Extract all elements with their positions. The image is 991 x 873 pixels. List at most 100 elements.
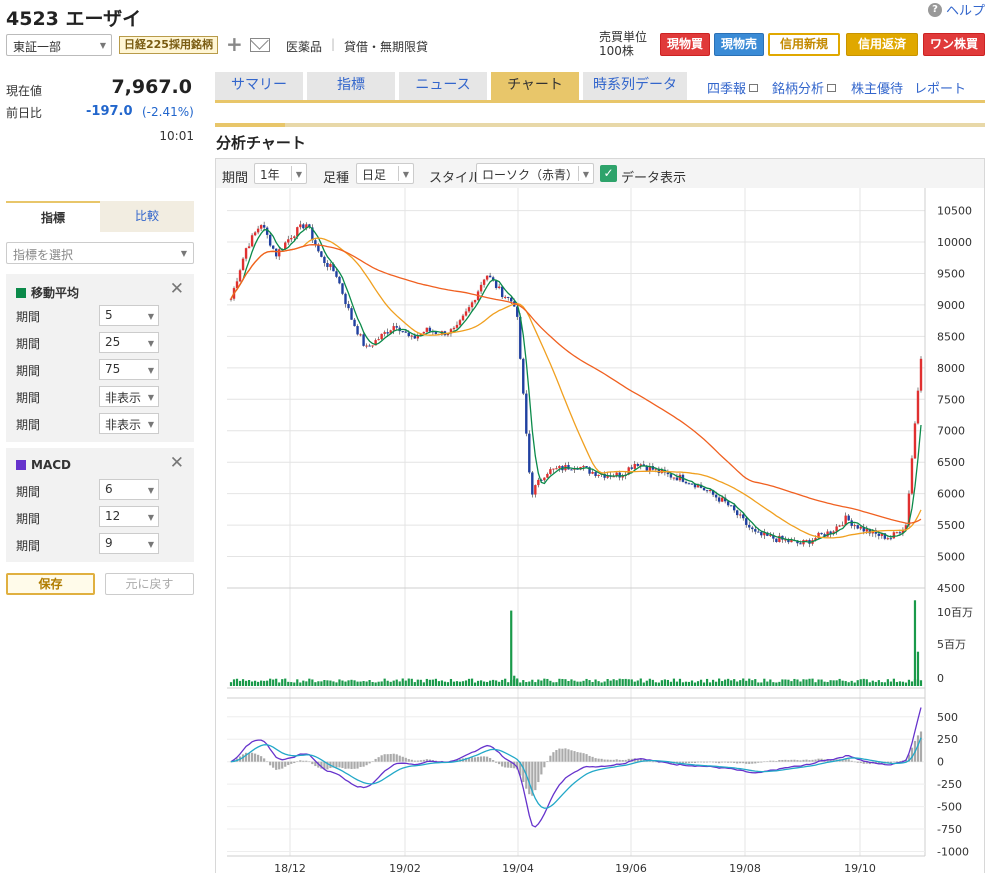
indicator-select[interactable]: 指標を選択 ▼ <box>6 242 194 264</box>
macd-histogram-bar <box>856 761 859 763</box>
volume-bar <box>666 679 669 686</box>
mail-icon[interactable] <box>250 38 270 52</box>
tab-timeseries[interactable]: 時系列データ <box>583 72 687 100</box>
candle <box>919 358 923 391</box>
link-analysis[interactable]: 銘柄分析 <box>772 78 837 97</box>
candle <box>597 474 600 476</box>
volume-bar <box>901 681 905 686</box>
volume-bar <box>784 679 787 686</box>
candle <box>329 263 332 267</box>
macd-period-1-select[interactable]: 6 ▼ <box>99 479 159 500</box>
candle <box>555 468 558 470</box>
macd-histogram-bar <box>269 761 272 766</box>
style-select[interactable]: ローソク（赤青） ▼ <box>476 163 594 184</box>
macd-histogram-bar <box>705 761 709 763</box>
candle <box>413 335 416 339</box>
ma-period-2-select[interactable]: 25 ▼ <box>99 332 159 353</box>
add-watchlist-icon[interactable]: + <box>226 32 243 56</box>
tab-indicators[interactable]: 指標 <box>6 201 100 232</box>
candle <box>732 505 736 511</box>
volume-bar <box>802 679 805 686</box>
market-select[interactable]: 東証一部 ▼ <box>6 34 112 56</box>
macd-histogram-bar <box>281 761 284 769</box>
macd-histogram-bar <box>401 756 404 762</box>
y-tick-label: 9500 <box>937 267 965 280</box>
candle <box>278 249 281 257</box>
one-share-buy-button[interactable]: ワン株買 <box>923 33 985 56</box>
moving-average-panel: 移動平均 ✕ 期間 5 ▼ 期間 25 ▼ 期間 75 ▼ 期間 非表示 ▼ 期間 非表… <box>6 274 194 442</box>
volume-bar <box>449 678 453 686</box>
volume-bar <box>250 681 254 686</box>
candle <box>591 472 594 474</box>
macd-histogram-bar <box>492 760 495 762</box>
macd-histogram-bar <box>853 761 856 763</box>
volume-bar <box>386 680 389 686</box>
candle <box>383 332 386 334</box>
volume-bar <box>739 680 742 686</box>
volume-bar <box>645 680 648 686</box>
volume-bar <box>431 679 434 686</box>
period-label: 期間 <box>16 418 41 432</box>
macd-histogram-bar <box>730 761 733 763</box>
tab-compare[interactable]: 比較 <box>100 201 194 232</box>
volume-bar <box>356 681 359 686</box>
volume-bar-spike <box>916 651 920 686</box>
macd-histogram-bar <box>693 761 697 763</box>
close-icon[interactable]: ✕ <box>170 453 184 473</box>
volume-bar <box>757 682 760 686</box>
macd-histogram-bar <box>715 761 718 763</box>
period-select[interactable]: 1年 ▼ <box>254 163 307 184</box>
volume-bar <box>639 678 642 686</box>
interval-select[interactable]: 日足 ▼ <box>356 163 414 184</box>
candle <box>401 331 404 333</box>
ma-period-1-select[interactable]: 5 ▼ <box>99 305 159 326</box>
save-button[interactable]: 保存 <box>6 573 95 595</box>
reset-button[interactable]: 元に戻す <box>105 573 194 595</box>
volume-bar <box>775 682 778 686</box>
volume-bar <box>763 678 766 686</box>
volume-bar <box>630 679 633 686</box>
close-icon[interactable]: ✕ <box>170 279 184 299</box>
volume-bar <box>591 681 594 686</box>
cash-sell-button[interactable]: 現物売 <box>714 33 764 56</box>
macd-histogram-bar <box>681 761 685 764</box>
cash-buy-button[interactable]: 現物買 <box>660 33 710 56</box>
macd-histogram-bar <box>338 761 341 768</box>
ma-period-3-select[interactable]: 75 ▼ <box>99 359 159 380</box>
change-percent: (-2.41%) <box>142 105 194 119</box>
margin-close-button[interactable]: 信用返済 <box>846 33 918 56</box>
current-price: 7,967.0 <box>111 76 192 98</box>
macd-histogram-bar <box>585 754 588 762</box>
ma-period-4-select[interactable]: 非表示 ▼ <box>99 386 159 407</box>
candle <box>353 319 356 327</box>
macd-histogram-bar <box>486 756 489 762</box>
volume-bar <box>874 681 877 686</box>
volume-bar <box>470 678 474 686</box>
tab-summary[interactable]: サマリー <box>215 72 303 100</box>
volume-bar <box>413 682 416 686</box>
volume-bar <box>808 678 811 686</box>
link-report[interactable]: レポート <box>914 78 966 97</box>
macd-period-3-select[interactable]: 9 ▼ <box>99 533 159 554</box>
help-link[interactable]: ? ヘルプ <box>927 0 985 19</box>
link-shikiho[interactable]: 四季報 <box>707 78 759 97</box>
macd-histogram-bar <box>778 760 781 762</box>
macd-period-2-select[interactable]: 12 ▼ <box>99 506 159 527</box>
volume-bar <box>257 681 260 686</box>
tab-indicators-main[interactable]: 指標 <box>307 72 395 100</box>
macd-histogram-bar <box>606 759 609 762</box>
macd-histogram-bar <box>745 761 748 764</box>
candle <box>422 331 426 334</box>
candle <box>425 327 429 332</box>
tab-news[interactable]: ニュース <box>399 72 487 100</box>
margin-new-button[interactable]: 信用新規 <box>768 33 840 56</box>
tab-chart[interactable]: チャート <box>491 72 579 100</box>
ma-period-5-select[interactable]: 非表示 ▼ <box>99 413 159 434</box>
link-benefits[interactable]: 株主優待 <box>851 78 903 97</box>
external-link-icon <box>827 83 837 92</box>
volume-bar <box>371 681 374 686</box>
volume-bar <box>528 681 531 686</box>
data-display-checkbox[interactable]: ✓ <box>600 165 617 182</box>
candle <box>748 524 751 528</box>
stock-chart[interactable]: 10500 10000 9500 9000 8500 8000 7500 7000 6500 60… <box>215 188 985 873</box>
